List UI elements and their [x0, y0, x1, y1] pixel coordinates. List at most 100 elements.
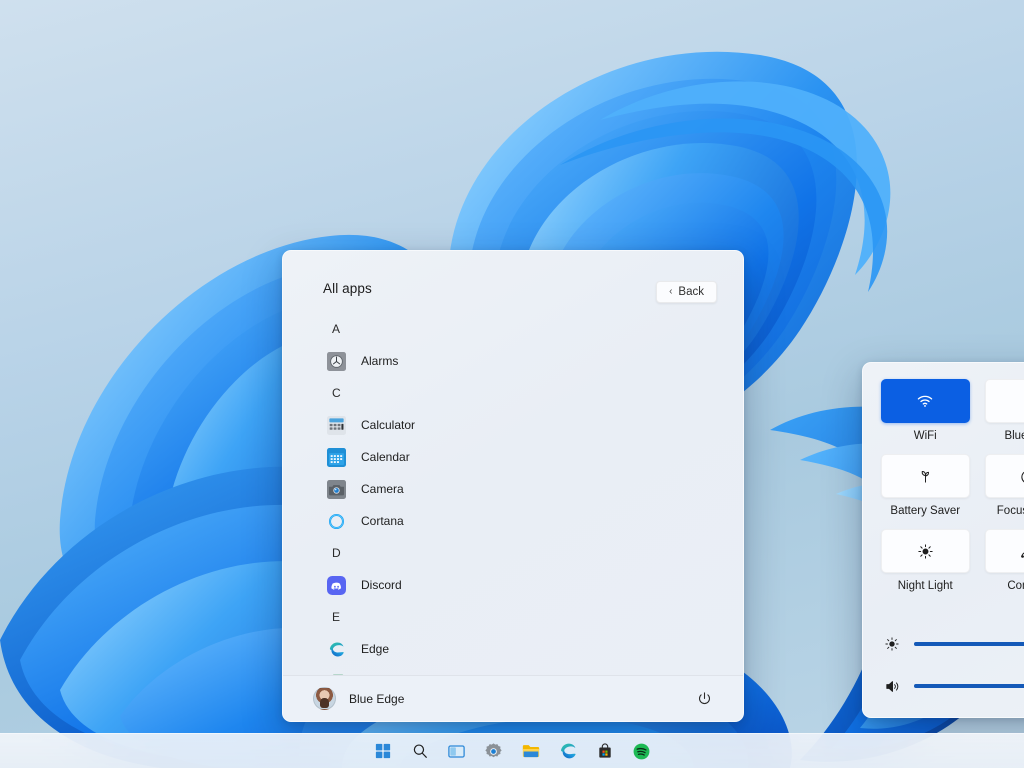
cortana-icon [327, 512, 346, 531]
quick-setting-tile-connect[interactable] [985, 529, 1024, 573]
page-title: All apps [323, 281, 372, 296]
moon-icon [1020, 467, 1024, 485]
taskbar-item-spotify[interactable] [629, 738, 655, 764]
bluetooth-icon [1020, 392, 1024, 410]
app-name-label: Excel [361, 674, 390, 675]
quick-setting-tile-night-light[interactable] [881, 529, 970, 573]
slider-row-brightness [863, 623, 1024, 665]
quick-setting-tile-battery-saver[interactable] [881, 454, 970, 498]
task-view-icon [447, 741, 467, 761]
brightness-slider[interactable] [914, 642, 1024, 646]
windows-start-icon [373, 741, 393, 761]
wifi-icon [916, 392, 934, 410]
app-name-label: Cortana [361, 514, 404, 528]
app-list-item[interactable]: Calendar [323, 441, 717, 473]
quick-settings-cell: Bluetooth [985, 379, 1024, 451]
spotify-icon [632, 741, 652, 761]
volume-slider[interactable] [914, 684, 1024, 688]
section-letter-a: A [323, 313, 717, 345]
quick-setting-label: Connect [1007, 580, 1024, 592]
app-name-label: Calendar [361, 450, 410, 464]
app-list-item[interactable]: Cortana [323, 505, 717, 537]
user-name-label: Blue Edge [349, 692, 404, 706]
power-button[interactable] [691, 686, 717, 712]
app-name-label: Edge [361, 642, 389, 656]
app-list-item[interactable]: Edge [323, 633, 717, 665]
all-apps-list[interactable]: AAlarmsCCalculatorCalendarCameraCortanaD… [283, 313, 743, 675]
alarms-icon [327, 352, 346, 371]
app-name-label: Alarms [361, 354, 398, 368]
excel-icon [327, 672, 346, 676]
quick-setting-label: Battery Saver [890, 505, 960, 517]
desktop: All apps ‹ Back AAlarmsCCalculatorCalend… [0, 0, 1024, 768]
quick-setting-tile-focus-assist[interactable] [985, 454, 1024, 498]
taskbar-item-microsoft-edge[interactable] [555, 738, 581, 764]
search-icon [410, 741, 430, 761]
volume-icon [884, 678, 901, 695]
quick-settings-cell: Night Light [881, 529, 970, 601]
chevron-left-icon: ‹ [669, 287, 672, 297]
app-name-label: Camera [361, 482, 404, 496]
taskbar-item-file-explorer[interactable] [518, 738, 544, 764]
calendar-icon [327, 448, 346, 467]
start-menu-all-apps-panel[interactable]: All apps ‹ Back AAlarmsCCalculatorCalend… [282, 250, 744, 722]
slider-row-volume [863, 665, 1024, 707]
quick-settings-cell: Battery Saver [881, 454, 970, 526]
discord-icon [327, 576, 346, 595]
quick-settings-cell: Connect [985, 529, 1024, 601]
user-account-button[interactable]: Blue Edge [309, 683, 414, 714]
taskbar-item-start[interactable] [370, 738, 396, 764]
taskbar-item-search[interactable] [407, 738, 433, 764]
app-name-label: Calculator [361, 418, 415, 432]
quick-setting-tile-bluetooth[interactable] [985, 379, 1024, 423]
taskbar[interactable] [0, 733, 1024, 768]
app-list-item[interactable]: Excel [323, 665, 717, 675]
volume-icon [883, 678, 901, 695]
cast-icon [1020, 542, 1024, 560]
store-icon [595, 741, 615, 761]
calculator-icon [327, 416, 346, 435]
settings-gear-icon [484, 741, 504, 761]
app-list-item[interactable]: Alarms [323, 345, 717, 377]
quick-setting-label: WiFi [914, 430, 937, 442]
brightness-icon [884, 636, 901, 653]
excel-icon [327, 672, 346, 676]
power-icon [697, 691, 712, 706]
app-name-label: Discord [361, 578, 402, 592]
quick-setting-label: Bluetooth [1004, 430, 1024, 442]
calendar-icon [327, 448, 346, 467]
app-list-item[interactable]: Discord [323, 569, 717, 601]
slider-fill [914, 684, 1024, 688]
calculator-icon [327, 416, 346, 435]
discord-icon [327, 576, 346, 595]
edge-icon [327, 640, 346, 659]
quick-settings-cell: Focus assist [985, 454, 1024, 526]
section-letter-d: D [323, 537, 717, 569]
brightness-icon [883, 636, 901, 653]
cortana-icon [327, 512, 346, 531]
avatar [313, 687, 336, 710]
slider-fill [914, 642, 1024, 646]
quick-settings-tile-grid: WiFi Bluetooth Battery Saver Focus assist Ni… [863, 379, 1024, 601]
file-explorer-icon [521, 741, 541, 761]
start-menu-footer: Blue Edge [283, 675, 743, 721]
quick-settings-panel[interactable]: WiFi Bluetooth Battery Saver Focus assist Ni… [862, 362, 1024, 718]
app-list-item[interactable]: Camera [323, 473, 717, 505]
section-letter-e: E [323, 601, 717, 633]
taskbar-item-task-view[interactable] [444, 738, 470, 764]
battery-saver-icon [916, 467, 934, 485]
back-button-label: Back [678, 286, 704, 298]
start-menu-header: All apps ‹ Back [283, 251, 743, 313]
camera-icon [327, 480, 346, 499]
alarms-icon [327, 352, 346, 371]
back-button[interactable]: ‹ Back [656, 281, 717, 303]
taskbar-item-microsoft-store[interactable] [592, 738, 618, 764]
app-list-item[interactable]: Calculator [323, 409, 717, 441]
taskbar-item-settings[interactable] [481, 738, 507, 764]
edge-icon [327, 640, 346, 659]
quick-settings-cell: WiFi [881, 379, 970, 451]
quick-setting-tile-wifi[interactable] [881, 379, 970, 423]
night-light-icon [916, 542, 934, 560]
camera-icon [327, 480, 346, 499]
quick-setting-label: Night Light [898, 580, 953, 592]
